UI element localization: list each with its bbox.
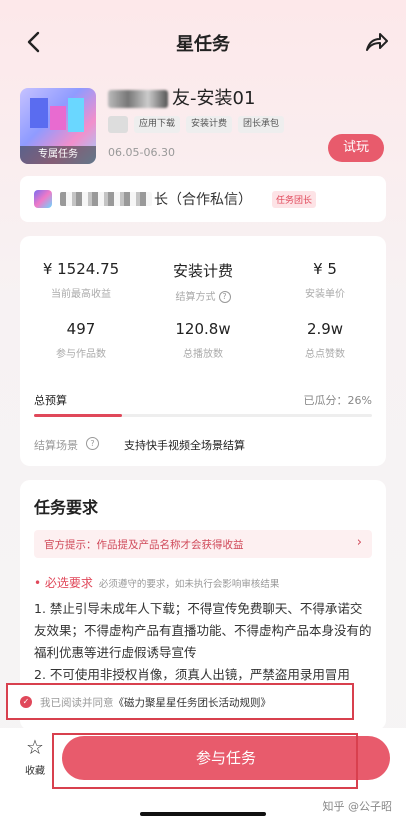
stat-label: 安装单价 bbox=[305, 289, 345, 300]
exclusive-task-tag: 专属任务 bbox=[20, 146, 96, 164]
task-thumbnail: 专属任务 bbox=[20, 88, 96, 164]
star-outline-icon: ☆ bbox=[26, 735, 44, 759]
rule-item: 1. 禁止引导未成年人下载；不得宣传免费聊天、不得承诺交友效果；不得虚构产品有直… bbox=[34, 601, 372, 660]
task-name-text: 友-安装01 bbox=[172, 88, 256, 109]
redacted-text bbox=[60, 192, 152, 206]
must-desc: 必须遵守的要求，如未执行会影响审核结果 bbox=[98, 579, 280, 590]
agreement-rule-link[interactable]: 《磁力聚星星任务团长活动规则》 bbox=[114, 697, 272, 709]
must-label: • 必选要求 bbox=[34, 576, 93, 590]
stat-value: ¥ 5 bbox=[313, 260, 337, 278]
stat-works: 497 参与作品数 bbox=[20, 320, 142, 360]
stat-max-income: ¥ 1524.75 当前最高收益 bbox=[20, 260, 142, 300]
task-name: 友-安装01 bbox=[108, 84, 255, 110]
tip-text: 官方提示：作品提及产品名称才会获得收益 bbox=[44, 539, 244, 551]
favorite-button[interactable]: ☆ 收藏 bbox=[20, 736, 50, 777]
team-leader-card[interactable]: 长（合作私信） 任务团长 bbox=[20, 176, 386, 222]
task-header: 专属任务 友-安装01 应用下载 安装计费 团长承包 06.05-06.30 试… bbox=[0, 82, 406, 174]
tag-chip: 应用下载 bbox=[134, 116, 181, 133]
agreement-row[interactable]: ✓ 我已阅读并同意《磁力聚星星任务团长活动规则》 bbox=[6, 683, 354, 720]
home-indicator bbox=[140, 812, 266, 816]
stat-label: 当前最高收益 bbox=[51, 289, 111, 300]
stat-value: 120.8w bbox=[175, 320, 231, 338]
stat-label: 总播放数 bbox=[183, 349, 223, 360]
redacted-chip bbox=[108, 116, 128, 133]
agreement-prefix: 我已阅读并同意 bbox=[40, 697, 114, 709]
chevron-right-icon: › bbox=[356, 535, 362, 550]
tag-chip: 团长承包 bbox=[238, 116, 285, 133]
favorite-label: 收藏 bbox=[25, 766, 45, 777]
help-circle-icon[interactable]: ? bbox=[218, 291, 231, 303]
rules-list: 1. 禁止引导未成年人下载；不得宣传免费聊天、不得承诺交友效果；不得虚构产品有直… bbox=[34, 598, 374, 686]
stat-value: ¥ 1524.75 bbox=[42, 260, 120, 278]
stat-likes: 2.9w 总点赞数 bbox=[264, 320, 386, 360]
watermark: 知乎 @公子昭 bbox=[322, 800, 393, 813]
team-avatar-icon bbox=[34, 190, 52, 208]
team-leader-badge: 任务团长 bbox=[272, 191, 317, 208]
stats-card: ¥ 1524.75 当前最高收益 安装计费 结算方式? ¥ 5 安装单价 497… bbox=[20, 236, 386, 466]
budget-split: 已瓜分：26% bbox=[303, 394, 372, 407]
stat-settle-method: 安装计费 结算方式? bbox=[142, 260, 264, 303]
stat-plays: 120.8w 总播放数 bbox=[142, 320, 264, 360]
help-circle-icon[interactable]: ? bbox=[86, 437, 99, 450]
scene-value: 支持快手视频全场景结算 bbox=[124, 439, 245, 452]
nav-bar: 星任务 bbox=[0, 22, 406, 62]
requirements-title: 任务要求 bbox=[34, 498, 99, 517]
check-circle-icon[interactable]: ✓ bbox=[20, 696, 32, 708]
redacted-text bbox=[108, 90, 168, 108]
must-requirements: • 必选要求 必须遵守的要求，如未执行会影响审核结果 bbox=[34, 574, 279, 591]
stat-value: 497 bbox=[66, 320, 96, 338]
official-tip[interactable]: 官方提示：作品提及产品名称才会获得收益 › bbox=[34, 530, 372, 558]
team-leader-name: 长（合作私信） bbox=[154, 192, 252, 208]
annotation-box bbox=[52, 733, 358, 789]
bottom-bar: ☆ 收藏 参与任务 知乎 @公子昭 bbox=[0, 728, 406, 827]
try-button[interactable]: 试玩 bbox=[328, 134, 384, 162]
share-icon[interactable] bbox=[364, 28, 388, 56]
stat-label: 总点赞数 bbox=[305, 349, 345, 360]
task-dates: 06.05-06.30 bbox=[108, 146, 175, 159]
stat-unit-price: ¥ 5 安装单价 bbox=[264, 260, 386, 300]
tag-chip: 安装计费 bbox=[186, 116, 233, 133]
budget-progress-fill bbox=[34, 414, 122, 417]
stat-label: 结算方式? bbox=[142, 288, 264, 303]
scene-label: 结算场景 bbox=[34, 439, 78, 452]
stat-label: 参与作品数 bbox=[56, 349, 106, 360]
stat-value: 2.9w bbox=[306, 320, 344, 338]
agreement-text: 我已阅读并同意《磁力聚星星任务团长活动规则》 bbox=[40, 695, 271, 710]
task-tags: 应用下载 安装计费 团长承包 bbox=[108, 116, 285, 133]
budget-label: 总预算 bbox=[34, 394, 67, 407]
budget-progress-bar bbox=[34, 414, 372, 417]
stat-value: 安装计费 bbox=[172, 262, 233, 280]
page-title: 星任务 bbox=[176, 34, 230, 55]
